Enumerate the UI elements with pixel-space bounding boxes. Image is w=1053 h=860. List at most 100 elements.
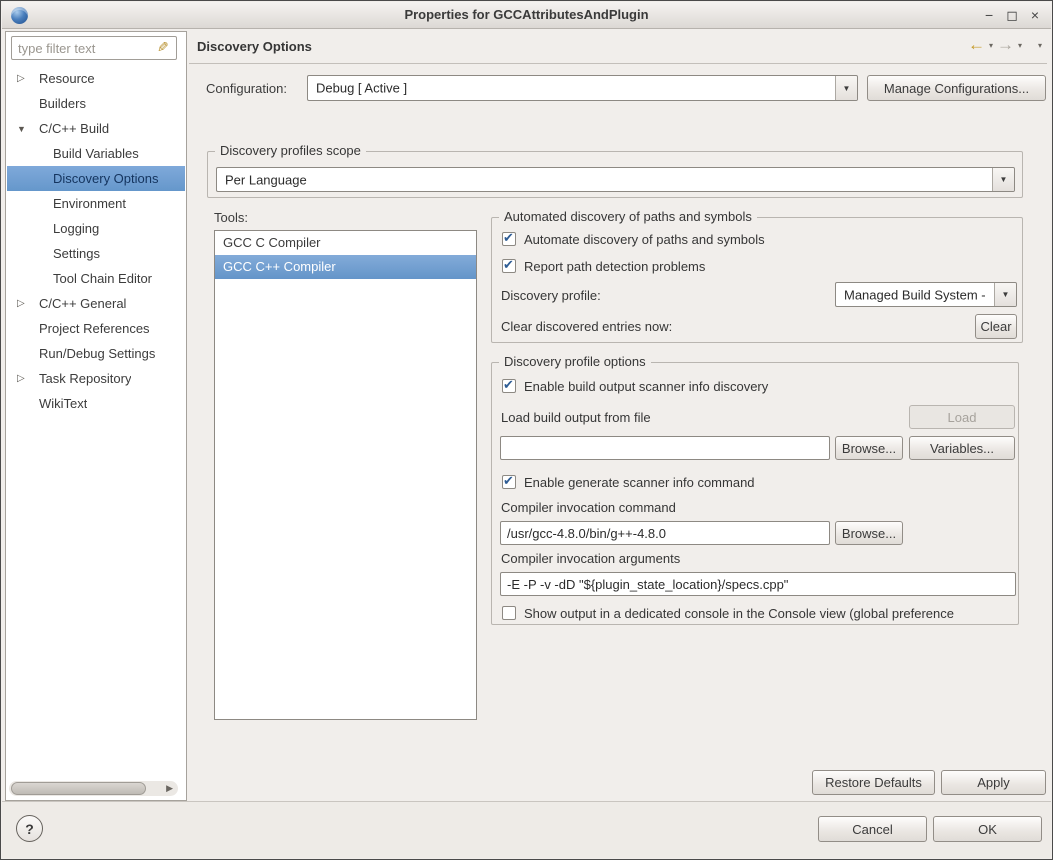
sidebar-horizontal-scrollbar[interactable]: ▶ [9,781,178,796]
sidebar-item-run-debug-settings[interactable]: Run/Debug Settings [7,341,185,366]
collapsed-arrow-icon[interactable]: ▷ [17,298,39,309]
checkbox-label: Show output in a dedicated console in th… [524,605,954,621]
group-legend: Automated discovery of paths and symbols [499,209,757,224]
sidebar-item-label: Builders [39,96,86,111]
window-controls: − ◻ × [985,5,1039,26]
sidebar-item-tool-chain-editor[interactable]: Tool Chain Editor [7,266,185,291]
back-dropdown-icon[interactable]: ▾ [989,41,993,50]
sidebar-item-label: Tool Chain Editor [53,271,152,286]
forward-arrow-icon[interactable]: → [997,36,1014,54]
sidebar-item-settings[interactable]: Settings [7,241,185,266]
sidebar-item-label: Run/Debug Settings [39,346,156,361]
checkbox-label: Report path detection problems [524,258,706,274]
checkbox-label: Enable generate scanner info command [524,474,755,490]
load-button[interactable]: Load [909,405,1015,429]
sidebar-item-wikitext[interactable]: WikiText [7,391,185,416]
report-path-problems-checkbox[interactable] [502,257,516,273]
window-title: Properties for GCCAttributesAndPlugin [404,7,649,22]
sidebar-item-label: C/C++ Build [39,121,110,136]
compiler-arguments-input[interactable] [500,572,1016,596]
properties-dialog-window: Properties for GCCAttributesAndPlugin − … [0,0,1053,860]
sidebar-item-label: Environment [53,196,126,211]
browse-file-button[interactable]: Browse... [835,436,903,460]
apply-button[interactable]: Apply [941,770,1046,795]
report-path-problems-row[interactable]: Report path detection problems [502,257,1018,275]
configuration-select[interactable]: Debug [ Active ] ▼ [307,75,858,101]
filter-input[interactable] [11,36,177,60]
tools-list-item-gcc-c-compiler[interactable]: GCC C++ Compiler [215,255,476,279]
forward-dropdown-icon[interactable]: ▾ [1018,41,1022,50]
scope-select[interactable]: Per Language ▼ [216,167,1015,192]
titlebar[interactable]: Properties for GCCAttributesAndPlugin − … [2,2,1051,29]
load-build-output-label: Load build output from file [501,410,651,425]
sidebar-item-c-c-general[interactable]: ▷ C/C++ General [7,291,185,316]
close-button[interactable]: × [1031,5,1039,26]
enable-generate-checkbox[interactable] [502,473,516,489]
console-output-checkbox[interactable] [502,606,516,620]
sidebar-item-task-repository[interactable]: ▷ Task Repository [7,366,185,391]
scrollbar-thumb[interactable] [11,782,146,795]
compiler-arguments-label: Compiler invocation arguments [501,551,681,566]
configuration-value: Debug [ Active ] [316,80,408,96]
ok-button[interactable]: OK [933,816,1042,842]
automate-discovery-checkbox[interactable] [502,230,516,246]
sidebar-item-discovery-options[interactable]: Discovery Options [7,166,185,191]
sidebar-item-label: Task Repository [39,371,132,386]
discovery-profile-label: Discovery profile: [501,288,601,303]
tools-list-item-gcc-c-compiler[interactable]: GCC C Compiler [215,231,476,255]
variables-button[interactable]: Variables... [909,436,1015,460]
enable-scanner-row[interactable]: Enable build output scanner info discove… [502,377,1014,395]
discovery-profile-options-group: Discovery profile options Enable build o… [491,354,1019,625]
automate-discovery-row[interactable]: Automate discovery of paths and symbols [502,230,1018,248]
discovery-profile-value: Managed Build System - [844,287,986,302]
enable-generate-row[interactable]: Enable generate scanner info command [502,473,1014,491]
sidebar-item-label: Project References [39,321,150,336]
collapsed-arrow-icon[interactable]: ▷ [17,73,39,84]
expanded-arrow-icon[interactable]: ▼ [17,124,39,134]
nav-toolbar: ← ▾ → ▾ ▾ [968,36,1042,54]
console-output-row[interactable]: Show output in a dedicated console in th… [502,604,1014,622]
back-arrow-icon[interactable]: ← [968,36,985,54]
sidebar-tree: ▷ Resource Builders ▼ C/C++ Build Build Varia… [7,66,185,416]
sidebar-item-logging[interactable]: Logging [7,216,185,241]
browse-command-button[interactable]: Browse... [835,521,903,545]
view-menu-icon[interactable]: ▾ [1038,41,1042,50]
sidebar-item-c-c-build[interactable]: ▼ C/C++ Build [7,116,185,141]
compiler-command-input[interactable] [500,521,830,545]
build-output-file-input[interactable] [500,436,830,460]
sidebar-item-label: Resource [39,71,95,86]
minimize-button[interactable]: − [985,5,993,26]
chevron-down-icon[interactable]: ▼ [992,168,1014,191]
sidebar-item-builders[interactable]: Builders [7,91,185,116]
checkbox-label: Enable build output scanner info discove… [524,378,769,394]
sidebar-item-label: Logging [53,221,100,236]
group-legend: Discovery profile options [499,354,651,369]
sidebar-item-project-references[interactable]: Project References [7,316,185,341]
sidebar-item-resource[interactable]: ▷ Resource [7,66,185,91]
maximize-button[interactable]: ◻ [1006,5,1018,26]
manage-configurations-button[interactable]: Manage Configurations... [867,75,1046,101]
group-legend: Discovery profiles scope [215,143,366,158]
scope-value: Per Language [225,172,307,187]
sidebar-item-label: Settings [53,246,100,261]
cancel-button[interactable]: Cancel [818,816,927,842]
help-button[interactable]: ? [16,815,43,842]
discovery-profiles-scope-group: Discovery profiles scope Per Language ▼ [207,143,1023,198]
sidebar-item-environment[interactable]: Environment [7,191,185,216]
configuration-label: Configuration: [206,81,287,96]
checkbox-label: Automate discovery of paths and symbols [524,231,765,247]
sidebar-item-label: WikiText [39,396,88,411]
scroll-right-icon[interactable]: ▶ [166,783,173,794]
chevron-down-icon[interactable]: ▼ [994,283,1016,306]
sidebar-item-build-variables[interactable]: Build Variables [7,141,185,166]
clear-entries-label: Clear discovered entries now: [501,319,673,334]
page-title: Discovery Options [197,39,312,54]
chevron-down-icon[interactable]: ▼ [835,76,857,100]
enable-scanner-checkbox[interactable] [502,377,516,393]
discovery-profile-select[interactable]: Managed Build System - ▼ [835,282,1017,307]
clear-button[interactable]: Clear [975,314,1017,339]
restore-defaults-button[interactable]: Restore Defaults [812,770,935,795]
tools-list[interactable]: GCC C Compiler GCC C++ Compiler [214,230,477,720]
filter-brush-icon[interactable]: ✎ [157,39,169,56]
collapsed-arrow-icon[interactable]: ▷ [17,373,39,384]
